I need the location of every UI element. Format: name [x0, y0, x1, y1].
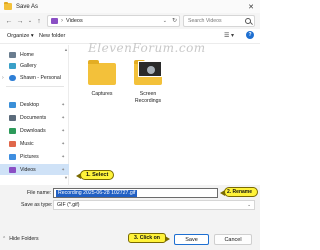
pin-icon: ✦	[61, 127, 65, 133]
hide-folders-label: Hide Folders	[9, 236, 39, 242]
callout-click-on: 3. Click on	[128, 233, 170, 243]
folder-icon	[88, 60, 116, 85]
folder-screen-recordings[interactable]: Screen Recordings	[126, 55, 170, 109]
search-icon	[245, 18, 251, 24]
pictures-icon	[9, 153, 16, 160]
sidebar-item-label: Pictures	[20, 153, 39, 160]
sidebar-item-pictures[interactable]: Pictures ✦	[0, 151, 69, 162]
desktop-icon	[9, 101, 16, 108]
gallery-icon	[9, 62, 16, 69]
sidebar-item-videos[interactable]: Videos ✦	[0, 164, 69, 175]
sidebar-divider	[6, 86, 64, 87]
organize-button[interactable]: Organize ▾	[7, 33, 34, 39]
title-bar: Save As ✕	[0, 0, 260, 13]
address-row: ← → ⌄ ↑ › Videos ⌄ ↻ Search Videos	[0, 13, 260, 29]
file-name-field[interactable]: Recording 2025-06-28 102727.gif	[53, 188, 218, 198]
sidebar-item-label: Home	[20, 51, 34, 58]
navigation-pane: ▲ Home Gallery › Shawn - Personal Deskto…	[0, 45, 69, 185]
forward-button[interactable]: →	[15, 16, 25, 26]
watermark: ElevenForum.com	[88, 41, 206, 55]
breadcrumb-videos[interactable]: Videos	[66, 18, 83, 24]
back-button[interactable]: ←	[4, 16, 14, 26]
view-options-button[interactable]: ☰ ▾	[224, 32, 234, 39]
home-icon	[9, 51, 16, 58]
help-icon[interactable]: ?	[246, 31, 254, 39]
sidebar-item-home[interactable]: Home	[0, 49, 69, 60]
music-icon	[9, 140, 16, 147]
sidebar-item-label: Music	[20, 140, 34, 147]
sidebar-item-label: Desktop	[20, 101, 40, 108]
documents-icon	[9, 114, 16, 121]
window-title: Save As	[16, 3, 39, 10]
sidebar-item-documents[interactable]: Documents ✦	[0, 112, 69, 123]
callout-rename: 2. Rename	[220, 187, 258, 197]
onedrive-icon	[9, 74, 16, 81]
sidebar-item-gallery[interactable]: Gallery	[0, 60, 69, 71]
save-as-type-select[interactable]: GIF (*.gif) ⌄	[53, 200, 255, 210]
downloads-icon	[9, 127, 16, 134]
search-placeholder: Search Videos	[188, 18, 222, 24]
sidebar-item-label: Videos	[20, 166, 36, 173]
videos-icon	[9, 166, 16, 173]
callout-select: 1. Select	[75, 170, 115, 180]
file-name-value: Recording 2025-06-28 102727.gif	[56, 190, 138, 197]
videos-icon	[51, 18, 58, 24]
chevron-down-icon: ⌄	[247, 202, 251, 207]
sidebar-item-desktop[interactable]: Desktop ✦	[0, 99, 69, 110]
chevron-right-icon[interactable]: ›	[2, 75, 4, 81]
folder-captures[interactable]: Captures	[80, 55, 124, 109]
folder-label: Screen Recordings	[134, 91, 162, 104]
pin-icon: ✦	[61, 153, 65, 159]
chevron-up-icon: ⌃	[2, 236, 7, 242]
folder-icon	[4, 2, 12, 10]
file-name-label: File name:	[27, 190, 52, 196]
pin-icon: ✦	[61, 114, 65, 120]
search-input[interactable]: Search Videos	[183, 15, 255, 27]
breadcrumb-separator: ›	[61, 18, 63, 24]
pin-icon: ✦	[61, 140, 65, 146]
hide-folders-button[interactable]: ⌃ Hide Folders	[2, 236, 39, 242]
sidebar-item-label: Shawn - Personal	[20, 74, 61, 81]
sidebar-item-onedrive[interactable]: › Shawn - Personal	[0, 72, 69, 83]
cancel-button[interactable]: Cancel	[214, 234, 252, 245]
address-dropdown-icon[interactable]: ⌄	[163, 18, 167, 24]
scroll-down-icon[interactable]: ▼	[64, 175, 68, 180]
pin-icon: ✦	[61, 166, 65, 172]
address-bar[interactable]: › Videos ⌄ ↻	[47, 15, 180, 27]
sidebar-item-music[interactable]: Music ✦	[0, 138, 69, 149]
sidebar-item-label: Gallery	[20, 62, 37, 69]
save-as-type-value: GIF (*.gif)	[57, 202, 80, 208]
save-button[interactable]: Save	[174, 234, 209, 245]
sidebar-item-downloads[interactable]: Downloads ✦	[0, 125, 69, 136]
up-button[interactable]: ↑	[34, 16, 44, 26]
file-list: ElevenForum.com Captures Screen Recordin…	[70, 41, 260, 185]
new-folder-button[interactable]: New folder	[39, 33, 65, 39]
refresh-icon[interactable]: ↻	[172, 17, 177, 24]
pin-icon: ✦	[61, 101, 65, 107]
close-button[interactable]: ✕	[242, 0, 260, 13]
save-as-type-label: Save as type:	[21, 202, 53, 208]
folder-label: Captures	[91, 91, 113, 97]
thumbnail-image	[138, 61, 162, 77]
sidebar-item-label: Documents	[20, 114, 47, 121]
sidebar-item-label: Downloads	[20, 127, 46, 134]
